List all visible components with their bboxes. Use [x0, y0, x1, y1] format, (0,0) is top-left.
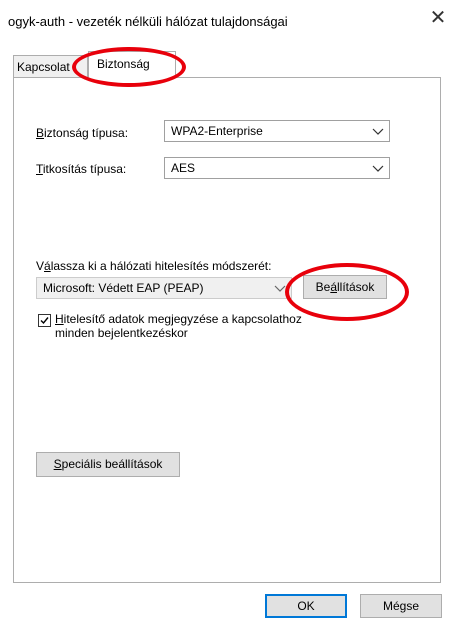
- chevron-down-icon: [372, 165, 384, 172]
- advanced-settings-label: peciális beállítások: [61, 457, 163, 471]
- security-type-value: WPA2-Enterprise: [171, 124, 263, 138]
- chevron-down-icon: [372, 128, 384, 135]
- encryption-type-label: Titkosítás típusa:: [36, 162, 126, 176]
- auth-method-prompt-pre: V: [36, 259, 45, 273]
- remember-credentials-line1-text: itelesítő adatok megjegyzése a kapcsolat…: [63, 312, 302, 326]
- close-icon[interactable]: ✕: [429, 8, 447, 28]
- security-type-label: Biztonság típusa:: [36, 126, 128, 140]
- window-title: ogyk-auth - vezeték nélküli hálózat tula…: [8, 14, 288, 29]
- auth-method-prompt: Válassza ki a hálózati hitelesítés módsz…: [36, 259, 271, 273]
- auth-method-prompt-accel: á: [44, 259, 51, 273]
- security-type-label-accel: B: [36, 126, 45, 140]
- remember-credentials-label[interactable]: Hitelesítő adatok megjegyzése a kapcsola…: [55, 312, 302, 340]
- security-type-label-text: iztonság típusa:: [44, 126, 129, 140]
- tab-kapcsolat-label: Kapcsolat: [17, 60, 70, 74]
- settings-label-pre: Be: [315, 280, 331, 294]
- remember-credentials-checkbox[interactable]: [38, 314, 51, 327]
- tab-biztonsag-label: Biztonság: [97, 57, 150, 71]
- remember-credentials-line2: minden bejelentkezéskor: [55, 326, 188, 340]
- advanced-settings-button[interactable]: Speciális beállítások: [36, 452, 180, 477]
- encryption-type-label-text: itkosítás típusa:: [42, 162, 127, 176]
- settings-label-post: llítások: [337, 280, 375, 294]
- encryption-type-value: AES: [171, 161, 196, 175]
- settings-label-accel: á: [330, 280, 337, 294]
- tab-biztonsag[interactable]: Biztonság: [88, 51, 176, 78]
- advanced-settings-accel: S: [53, 457, 62, 471]
- remember-credentials-accel: H: [55, 312, 64, 326]
- ok-button[interactable]: OK: [265, 594, 347, 618]
- auth-method-value: Microsoft: Védett EAP (PEAP): [43, 281, 204, 295]
- security-type-select[interactable]: WPA2-Enterprise: [164, 120, 390, 142]
- encryption-type-label-accel: T: [36, 162, 43, 176]
- auth-method-select[interactable]: Microsoft: Védett EAP (PEAP): [36, 277, 292, 299]
- chevron-down-icon: [274, 285, 286, 292]
- settings-button[interactable]: Beállítások: [303, 275, 387, 299]
- encryption-type-select[interactable]: AES: [164, 157, 390, 179]
- tab-kapcsolat[interactable]: Kapcsolat: [13, 55, 88, 77]
- cancel-button[interactable]: Mégse: [360, 594, 442, 618]
- auth-method-prompt-post: lassza ki a hálózati hitelesítés módszer…: [50, 259, 272, 273]
- checkmark-icon: [40, 317, 49, 325]
- remember-credentials-line1: Hitelesítő adatok megjegyzése a kapcsola…: [55, 312, 302, 326]
